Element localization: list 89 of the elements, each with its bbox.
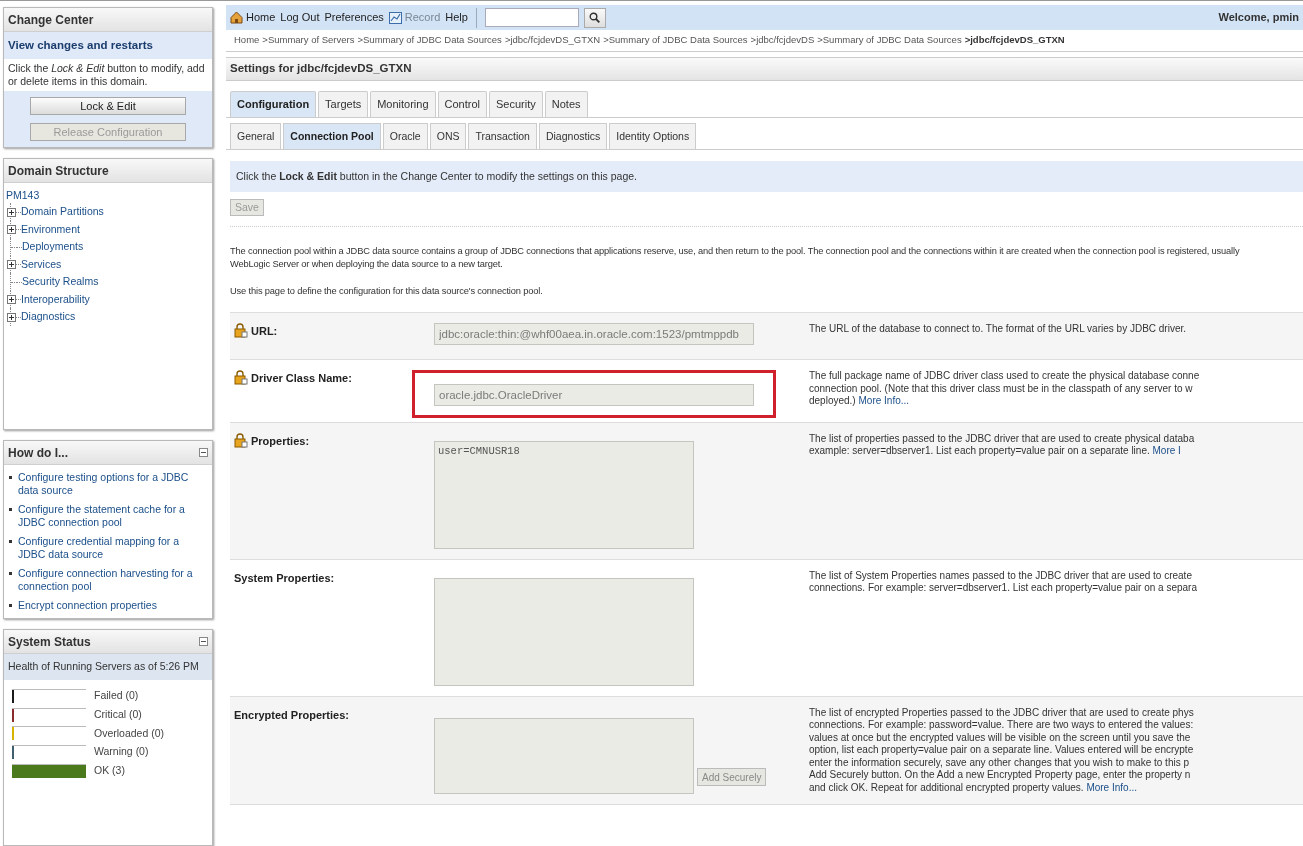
tree-item[interactable]: Deployments: [22, 239, 84, 255]
subtab[interactable]: Identity Options: [609, 123, 697, 149]
health-label[interactable]: Warning (0): [94, 744, 149, 760]
subtab[interactable]: ONS: [429, 123, 467, 149]
subtab[interactable]: Oracle: [382, 123, 428, 149]
status-subtitle: Health of Running Servers as of 5:26 PM: [4, 654, 212, 680]
text-area[interactable]: user=CMNUSR18: [434, 440, 694, 549]
tab[interactable]: Configuration: [230, 91, 317, 117]
bullet-icon: [9, 476, 12, 480]
toolbar-link[interactable]: Help: [445, 9, 468, 26]
panel-title: How do I...: [8, 444, 68, 462]
expand-icon[interactable]: [7, 225, 16, 234]
instruction-text: Click the Lock & Edit button to modify, add or delete items in this domain.: [4, 59, 212, 92]
subtab[interactable]: Connection Pool: [283, 123, 381, 149]
notice-text: Click the Lock & Edit button in the Change Center to modify the settings on this page.: [236, 168, 637, 184]
tree-item[interactable]: Services: [21, 256, 62, 273]
health-label[interactable]: Critical (0): [94, 706, 142, 723]
tree-item[interactable]: Domain Partitions: [21, 204, 104, 220]
tree-item[interactable]: Environment: [21, 221, 80, 238]
tab[interactable]: Targets: [318, 91, 369, 117]
health-label[interactable]: OK (3): [94, 763, 125, 779]
expand-icon[interactable]: [7, 312, 16, 322]
breadcrumb-link[interactable]: >jdbc/fcjdevDS_GTXN: [964, 33, 1065, 48]
tab[interactable]: Monitoring: [370, 91, 436, 117]
search-field[interactable]: [484, 8, 579, 27]
tab[interactable]: Security: [489, 91, 543, 117]
health-label[interactable]: Overloaded (0): [94, 725, 165, 742]
tree-item[interactable]: Diagnostics: [21, 309, 76, 325]
how-to-link[interactable]: Configure credential mapping for a JDBC data source: [18, 535, 207, 562]
welcome-text: Welcome, pmin: [1218, 10, 1299, 26]
intro-text: The connection pool within a JDBC data source contains a group of JDBC connections that applications reserve, use, and then return to the pool. The connection pool and the connections within it are created when the connection pool is registered, usually WebLogic Server or when deploying the data source to a new target.: [230, 245, 1241, 271]
intro-text: Use this page to define the configuration for this data source's connection pool.: [230, 285, 544, 298]
search-button[interactable]: [583, 7, 606, 28]
panel-button[interactable]: Lock & Edit: [30, 97, 186, 116]
collapse-icon[interactable]: [199, 448, 208, 458]
breadcrumb-link[interactable]: >jdbc/fcjdevDS_GTXN: [504, 33, 601, 48]
tab[interactable]: Notes: [544, 91, 588, 117]
field-description: The list of encrypted Properties passed to the JDBC driver that are used to create phys connections. For example: password=value. There are two ways to entered the values: values at once but the encrypted values will be visible on the screen until you save the option, list each property=value pair on a separate line. Values entered will be encrypte enter the information securely, save any other changes that you wish to make to this p Add Securely button. On the Add a new Encrypted Property page, enter the property n and click OK. Repeat for additional encrypted property values. More Info...: [809, 706, 1194, 794]
expand-icon[interactable]: [7, 260, 16, 269]
subtab[interactable]: General: [230, 123, 282, 149]
text-field[interactable]: jdbc:oracle:thin:@whf00aea.in.oracle.com:1523/pmtmppdb: [434, 323, 754, 345]
field-label: Driver Class Name:: [251, 371, 352, 386]
tab[interactable]: Control: [437, 91, 487, 117]
text-field[interactable]: oracle.jdbc.OracleDriver: [434, 383, 754, 406]
tree-root[interactable]: PM143: [6, 187, 210, 204]
how-to-link[interactable]: Encrypt connection properties: [18, 599, 157, 613]
panel-title: Change Center: [8, 11, 94, 29]
settings-title: Settings for jdbc/fcjdevDS_GTXN: [230, 61, 412, 77]
field-description: The full package name of JDBC driver class used to create the physical database conne connection pool. (Note that this driver class must be in the classpath of any server to w deployed.) More Info...: [809, 370, 1200, 408]
field-label: Properties:: [251, 433, 310, 449]
bullet-icon: [9, 604, 12, 608]
chart-icon[interactable]: [388, 11, 402, 24]
more-info-link[interactable]: More Info...: [1086, 781, 1137, 793]
breadcrumb-link[interactable]: >Summary of JDBC Data Sources: [603, 33, 748, 48]
more-info-link[interactable]: More I: [1152, 445, 1181, 456]
breadcrumb-link[interactable]: >jdbc/fcjdevDS: [750, 33, 815, 48]
field-label: URL:: [251, 324, 278, 339]
subtab[interactable]: Transaction: [468, 123, 537, 149]
home-icon[interactable]: [230, 11, 243, 24]
toolbar-link[interactable]: Log Out: [280, 9, 320, 26]
how-to-link[interactable]: Configure connection harvesting for a connection pool: [18, 567, 207, 594]
field-description: The list of System Properties names passed to the JDBC driver that are used to create connections. For example: server=dbserver1. List each property=value pair on a separa: [809, 569, 1197, 595]
expand-icon[interactable]: [7, 207, 16, 217]
field-description: The URL of the database to connect to. The format of the URL varies by JDBC driver.: [809, 323, 1187, 336]
field-label: Encrypted Properties:: [234, 707, 349, 723]
breadcrumb-link[interactable]: Home: [234, 33, 260, 48]
search-icon: [589, 12, 601, 23]
how-to-link[interactable]: Configure testing options for a JDBC data source: [18, 471, 207, 498]
bullet-icon: [9, 508, 12, 512]
bullet-icon: [9, 540, 12, 544]
toolbar-link[interactable]: Home: [246, 9, 276, 26]
bullet-icon: [9, 572, 12, 576]
health-label[interactable]: Failed (0): [94, 688, 139, 704]
toolbar-link[interactable]: Preferences: [324, 9, 384, 26]
collapse-icon[interactable]: [199, 637, 208, 647]
more-info-link[interactable]: More Info...: [858, 395, 910, 406]
how-to-link[interactable]: Configure the statement cache for a JDBC connection pool: [18, 503, 207, 530]
subtab[interactable]: Diagnostics: [538, 123, 608, 149]
panel-subtitle[interactable]: View changes and restarts: [4, 32, 212, 60]
panel-title: System Status: [8, 633, 91, 651]
tree-item[interactable]: Security Realms: [22, 274, 99, 290]
breadcrumb-link[interactable]: >Summary of Servers: [262, 33, 355, 48]
tree-item[interactable]: Interoperability: [21, 291, 90, 308]
breadcrumb-link[interactable]: >Summary of JDBC Data Sources: [357, 33, 502, 48]
expand-icon[interactable]: [7, 295, 16, 304]
panel-title: Domain Structure: [8, 162, 109, 180]
field-label: System Properties:: [234, 570, 335, 586]
breadcrumb-link[interactable]: >Summary of JDBC Data Sources: [817, 33, 962, 48]
field-description: The list of properties passed to the JDBC driver that are used to create physical databa example: server=dbserver1. List each property=value pair on a separate line. More I: [809, 432, 1195, 458]
